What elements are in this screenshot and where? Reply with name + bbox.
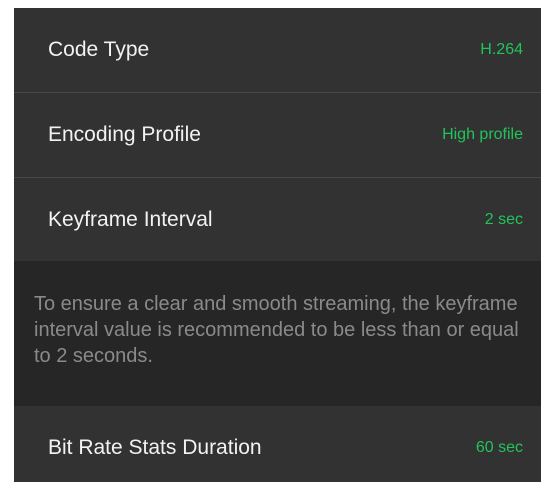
code-type-label: Code Type xyxy=(48,38,150,61)
keyframe-hint-text: To ensure a clear and smooth streaming, … xyxy=(34,293,519,367)
code-type-row[interactable]: Code Type H.264 xyxy=(14,8,541,92)
code-type-value: H.264 xyxy=(480,41,523,58)
bit-rate-stats-duration-label: Bit Rate Stats Duration xyxy=(48,436,262,459)
bit-rate-stats-duration-value: 60 sec xyxy=(475,439,523,456)
keyframe-interval-label: Keyframe Interval xyxy=(48,207,213,231)
encoding-profile-row[interactable]: Encoding Profile High profile xyxy=(14,93,541,177)
encoding-profile-value: High profile xyxy=(442,126,523,143)
bit-rate-stats-duration-row[interactable]: Bit Rate Stats Duration 60 sec xyxy=(14,406,541,482)
encoding-profile-label: Encoding Profile xyxy=(48,123,201,146)
keyframe-interval-row[interactable]: Keyframe Interval 2 sec xyxy=(14,178,541,261)
settings-panel: Code Type H.264 Encoding Profile High pr… xyxy=(14,8,541,482)
keyframe-hint-box: To ensure a clear and smooth streaming, … xyxy=(14,261,541,406)
keyframe-interval-value: 2 sec xyxy=(484,210,523,228)
